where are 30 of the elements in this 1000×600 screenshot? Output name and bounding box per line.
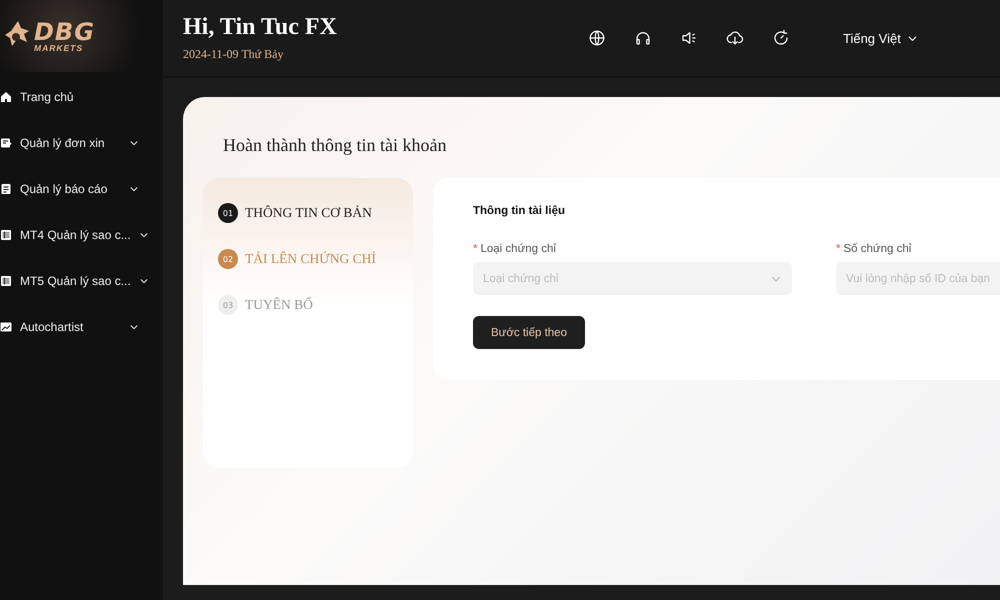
step-label: TẢI LÊN CHỨNG CHỈ [245, 251, 376, 267]
logo-text: DBG [34, 20, 95, 44]
input-field[interactable]: Vui lòng nhập số ID của bạn [836, 262, 1000, 295]
required-mark: * [836, 243, 840, 255]
sidebar-item[interactable]: Quản lý báo cáo [0, 166, 163, 212]
step-number: 01 [218, 203, 238, 223]
sidebar-item[interactable]: MT5 Quản lý sao c... [0, 258, 163, 304]
greeting-title: Hi, Tin Tuc FX [183, 14, 338, 41]
section-title: Thông tin tài liệu [473, 205, 566, 217]
refresh-icon [772, 29, 790, 47]
logo-subtext: MARKETS [34, 44, 84, 52]
page-title: Hoàn thành thông tin tài khoản [223, 135, 448, 156]
sidebar-item[interactable]: MT4 Quản lý sao c... [0, 212, 163, 258]
next-step-button[interactable]: Bước tiếp theo [473, 316, 585, 349]
speaker-icon [680, 29, 698, 47]
language-dropdown[interactable]: Tiếng Việt [843, 30, 918, 46]
sidebar-item[interactable]: Quản lý đơn xin [0, 120, 163, 166]
sidebar-item[interactable]: Autochartist [0, 304, 163, 350]
required-mark: * [473, 243, 478, 255]
sidebar-item[interactable]: Trang chủ [0, 74, 163, 120]
step-label: THÔNG TIN CƠ BẢN [245, 205, 372, 221]
globe-icon [588, 29, 606, 47]
date-text: 2024-11-09 Thứ Bảy [183, 47, 284, 62]
cloud-download-icon [726, 29, 744, 47]
step-number: 02 [218, 249, 238, 269]
headset-icon [634, 29, 652, 47]
step-label: TUYÊN BỐ [245, 297, 313, 313]
field-label: Số chứng chỉ [843, 243, 912, 255]
step-number: 03 [218, 295, 238, 315]
field-label: Loại chứng chỉ [480, 243, 556, 255]
